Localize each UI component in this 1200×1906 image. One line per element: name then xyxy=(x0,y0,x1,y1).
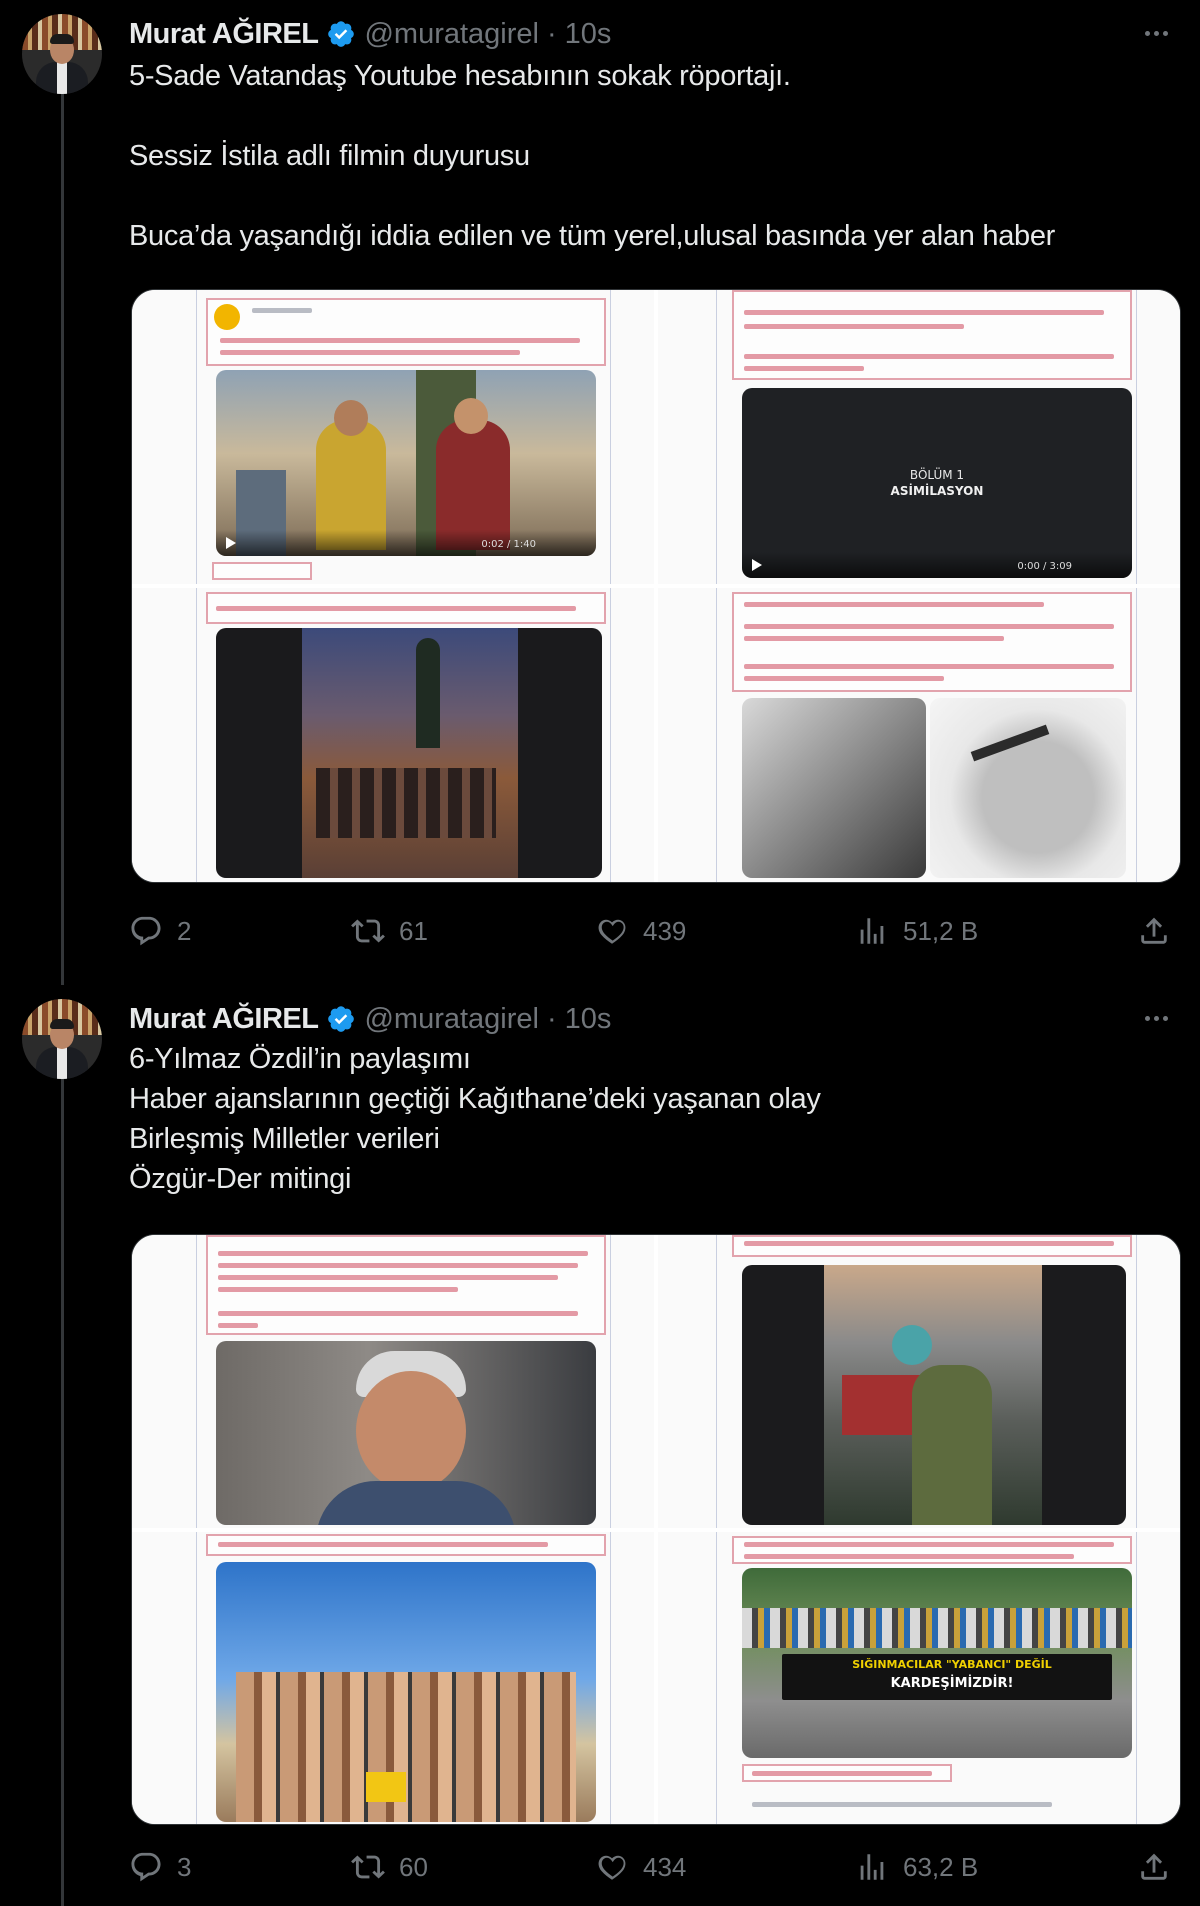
author-name[interactable]: Murat AĞIREL xyxy=(129,18,319,51)
tweet-line: 6-Yılmaz Özdil’in paylaşımı xyxy=(129,1043,471,1075)
share-button[interactable] xyxy=(1137,914,1171,948)
tweet[interactable]: Murat AĞIREL @muratagirel · 10s 5-Sade V… xyxy=(0,0,1200,985)
tweet-line: Buca’da yaşandığı iddia edilen ve tüm ye… xyxy=(129,220,1056,252)
thread-line xyxy=(61,1077,64,1906)
media-image-beach-crowd[interactable] xyxy=(132,1531,654,1824)
tweet-line xyxy=(129,176,1169,216)
tweet-header: Murat AĞIREL @muratagirel · 10s xyxy=(129,16,611,52)
views-count: 63,2 B xyxy=(903,1851,979,1882)
media-image-ozdil-post[interactable] xyxy=(132,1235,654,1528)
author-handle[interactable]: @muratagirel xyxy=(364,18,539,51)
reply-count: 2 xyxy=(177,915,192,946)
rally-banner-text: SIĞINMACILAR "YABANCI" DEĞİL xyxy=(852,1657,1052,1671)
tweet-text: 5-Sade Vatandaş Youtube hesabının sokak … xyxy=(129,56,1169,256)
media-image-buca-news[interactable] xyxy=(658,588,1180,882)
share-icon xyxy=(1141,1853,1167,1880)
like-count: 439 xyxy=(643,915,687,946)
more-icon[interactable] xyxy=(1136,18,1176,48)
tweet-line: Birleşmiş Milletler verileri xyxy=(129,1123,440,1155)
media-image-street-interview[interactable]: 0:02 / 1:40 xyxy=(132,290,654,584)
media-image-ozgur-der-rally[interactable]: SIĞINMACILAR "YABANCI" DEĞİL KARDEŞİMİZD… xyxy=(658,1531,1180,1824)
author-name[interactable]: Murat AĞIREL xyxy=(129,1003,319,1036)
tweet-header: Murat AĞIREL @muratagirel · 10s xyxy=(129,1001,611,1037)
like-count: 434 xyxy=(643,1851,687,1882)
media-image-kagithane-crowd[interactable] xyxy=(658,1235,1180,1528)
retweet-button[interactable]: 61 xyxy=(351,914,428,948)
media-grid[interactable]: 0:02 / 1:40 BÖLÜM 1 ASİMİLASYON 0:00 / 3… xyxy=(131,289,1181,883)
tweet-actions: 3 60 434 63,2 B xyxy=(129,1847,1184,1887)
views-icon xyxy=(860,1854,884,1880)
video-title: ASİMİLASYON xyxy=(890,484,984,498)
media-image-night-crowd[interactable] xyxy=(132,588,654,882)
views-icon xyxy=(860,918,884,944)
like-button[interactable]: 439 xyxy=(595,914,686,948)
tweet-text: 6-Yılmaz Özdil’in paylaşımı Haber ajansl… xyxy=(129,1039,1169,1199)
views-count: 51,2 B xyxy=(903,915,979,946)
retweet-count: 61 xyxy=(399,915,428,946)
views-button[interactable]: 63,2 B xyxy=(855,1850,978,1884)
thread-line xyxy=(61,92,64,985)
retweet-icon xyxy=(351,919,385,943)
tweet-actions: 2 61 439 51,2 B xyxy=(129,911,1184,951)
video-time: 0:02 / 1:40 xyxy=(481,539,536,550)
like-icon xyxy=(598,919,626,944)
reply-button[interactable]: 3 xyxy=(129,1850,191,1884)
verified-badge-icon xyxy=(328,1006,355,1032)
retweet-button[interactable]: 60 xyxy=(351,1850,428,1884)
verified-badge-icon xyxy=(328,21,355,47)
retweet-icon xyxy=(351,1855,385,1879)
avatar[interactable] xyxy=(22,14,102,94)
tweet-line: Özgür-Der mitingi xyxy=(129,1163,352,1195)
share-icon xyxy=(1141,917,1167,944)
timestamp[interactable]: 10s xyxy=(565,18,612,51)
like-button[interactable]: 434 xyxy=(595,1850,686,1884)
tweet-line: 5-Sade Vatandaş Youtube hesabının sokak … xyxy=(129,60,791,92)
tweet-line: Sessiz İstila adlı filmin duyurusu xyxy=(129,140,530,172)
views-button[interactable]: 51,2 B xyxy=(855,914,978,948)
more-icon[interactable] xyxy=(1136,1003,1176,1033)
avatar[interactable] xyxy=(22,999,102,1079)
media-grid[interactable]: SIĞINMACILAR "YABANCI" DEĞİL KARDEŞİMİZD… xyxy=(131,1234,1181,1825)
video-time: 0:00 / 3:09 xyxy=(1017,561,1072,572)
separator-dot: · xyxy=(546,1002,557,1035)
reply-count: 3 xyxy=(177,1851,192,1882)
reply-icon xyxy=(131,916,161,946)
reply-button[interactable]: 2 xyxy=(129,914,191,948)
video-title: BÖLÜM 1 xyxy=(909,468,965,482)
retweet-count: 60 xyxy=(399,1851,428,1882)
rally-banner-text: KARDEŞİMİZDİR! xyxy=(890,1675,1014,1691)
tweet[interactable]: Murat AĞIREL @muratagirel · 10s 6-Yılmaz… xyxy=(0,985,1200,1906)
author-handle[interactable]: @muratagirel xyxy=(364,1003,539,1036)
timestamp[interactable]: 10s xyxy=(565,1003,612,1036)
like-icon xyxy=(598,1855,626,1880)
media-image-film-announcement[interactable]: BÖLÜM 1 ASİMİLASYON 0:00 / 3:09 xyxy=(658,290,1180,584)
tweet-line: Haber ajanslarının geçtiği Kağıthane’dek… xyxy=(129,1083,821,1115)
separator-dot: · xyxy=(546,17,557,50)
tweet-line xyxy=(129,96,1169,136)
share-button[interactable] xyxy=(1137,1850,1171,1884)
reply-icon xyxy=(131,1852,161,1882)
